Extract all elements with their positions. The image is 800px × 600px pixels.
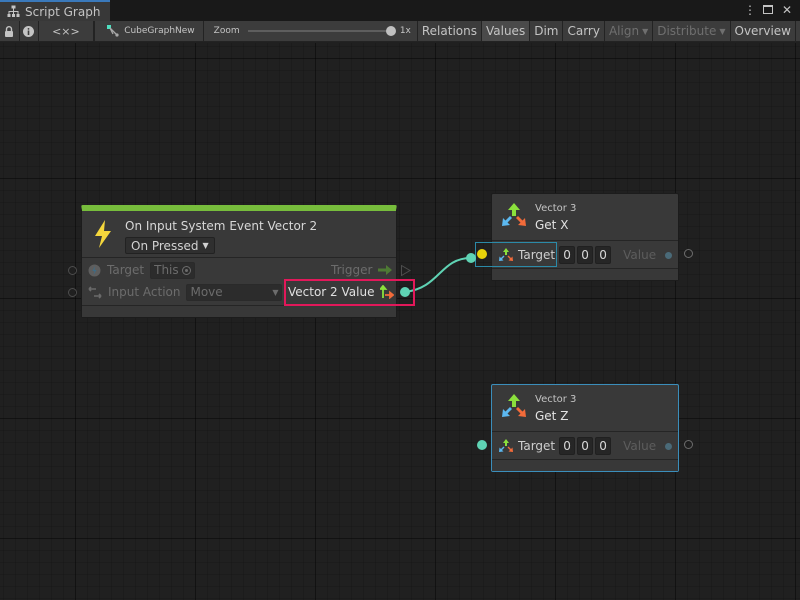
get-x-value-output-port[interactable]: [684, 249, 693, 258]
get-z-category: Vector 3: [535, 394, 577, 405]
get-z-node[interactable]: Vector 3 Get Z Target 0 0 0 Value: [491, 384, 679, 472]
object-picker-icon[interactable]: [181, 265, 191, 275]
get-x-target-x[interactable]: 0: [559, 246, 576, 264]
get-x-node-footer: [492, 268, 678, 280]
input-action-label: Input Action: [108, 285, 181, 299]
overview-button[interactable]: Overview: [731, 21, 796, 41]
get-z-title: Get Z: [535, 409, 569, 423]
graph-name: CubeGraphNew: [124, 26, 195, 36]
zoom-slider[interactable]: [247, 26, 396, 36]
trigger-output-port[interactable]: [401, 265, 411, 276]
event-node-title: On Input System Event Vector 2: [125, 219, 318, 233]
graph-canvas[interactable]: [0, 43, 800, 600]
highlight-box: [284, 279, 415, 306]
full-screen-button[interactable]: Full Scre: [796, 21, 800, 41]
get-x-wire-endpoint: [466, 253, 476, 263]
vector3-icon: [502, 203, 526, 226]
lightning-icon: [95, 220, 111, 248]
zoom-control: Zoom 1x: [204, 21, 418, 41]
get-x-target-y[interactable]: 0: [577, 246, 594, 264]
tab-title: Script Graph: [25, 4, 101, 19]
target-value: This: [154, 263, 179, 277]
graph-toolbar: <×> CubeGraphNew Zoom 1x Relations Value…: [0, 21, 800, 42]
lock-icon: [5, 25, 14, 37]
distribute-label: Distribute: [657, 24, 717, 38]
graph-breadcrumb[interactable]: CubeGraphNew: [94, 21, 204, 41]
info-button[interactable]: [20, 21, 39, 41]
relations-button[interactable]: Relations: [418, 21, 482, 41]
chevron-down-icon: ▼: [719, 26, 726, 36]
input-action-input-port[interactable]: [68, 288, 77, 297]
overview-label: Overview: [734, 24, 792, 38]
input-action-value: Move: [190, 285, 223, 299]
get-z-target-input-port[interactable]: [477, 440, 487, 450]
event-mode-value: On Pressed: [131, 238, 199, 253]
relations-label: Relations: [421, 24, 477, 38]
zoom-label: Zoom: [213, 26, 240, 36]
get-x-node[interactable]: Vector 3 Get X Target 0 0 0 Value: [491, 193, 679, 281]
values-label: Values: [485, 24, 526, 38]
vector3-icon: [499, 439, 513, 452]
lock-button[interactable]: [0, 21, 20, 41]
target-input-port[interactable]: [68, 266, 77, 275]
get-z-value-label: Value: [623, 439, 657, 453]
align-label: Align: [608, 24, 640, 38]
get-z-target-z[interactable]: 0: [595, 437, 612, 455]
get-z-target-label: Target: [518, 439, 556, 453]
close-button[interactable]: ✕: [782, 3, 792, 17]
event-node-header: On Input System Event Vector 2 On Presse…: [82, 211, 396, 258]
carry-button[interactable]: Carry: [563, 21, 605, 41]
get-z-node-footer: [492, 459, 678, 471]
target-label: Target: [107, 263, 145, 277]
chevron-down-icon: ▼: [642, 26, 649, 36]
input-action-icon: [88, 285, 102, 299]
get-z-target-y[interactable]: 0: [577, 437, 594, 455]
chevron-down-icon: ▼: [202, 241, 209, 250]
target-field[interactable]: This: [150, 261, 195, 279]
event-node-footer: [82, 305, 396, 317]
zoom-slider-thumb[interactable]: [385, 26, 396, 36]
align-dropdown[interactable]: Align ▼: [605, 21, 654, 41]
hierarchy-icon: [7, 5, 20, 17]
trigger-output-row: Trigger: [322, 260, 393, 280]
get-z-node-header: Vector 3 Get Z: [492, 385, 678, 432]
vector3-icon: [502, 394, 526, 417]
get-x-value-dot: [665, 251, 673, 259]
variables-button[interactable]: <×>: [39, 21, 95, 41]
tab-script-graph[interactable]: Script Graph: [0, 0, 110, 21]
get-z-target-x[interactable]: 0: [559, 437, 576, 455]
trigger-label: Trigger: [331, 263, 373, 277]
event-mode-dropdown[interactable]: On Pressed ▼: [125, 237, 215, 254]
get-z-target-row: Target 0 0 0 Value: [498, 436, 673, 456]
dim-button[interactable]: Dim: [530, 21, 564, 41]
get-x-value-label: Value: [623, 248, 657, 262]
gameobject-icon: [88, 264, 101, 276]
get-x-target-z[interactable]: 0: [595, 246, 612, 264]
get-z-value-dot: [665, 442, 673, 450]
target-port-selection: [475, 242, 557, 267]
more-options-icon[interactable]: ⋮: [744, 3, 756, 17]
get-z-value-output-port[interactable]: [684, 440, 693, 449]
get-x-node-header: Vector 3 Get X: [492, 194, 678, 241]
zoom-value: 1x: [399, 26, 411, 36]
window-tab-bar: Script Graph ⋮ ✕: [0, 0, 800, 21]
carry-label: Carry: [567, 24, 600, 38]
dim-label: Dim: [534, 24, 559, 38]
maximize-icon: [763, 5, 773, 14]
arrow-right-icon: [378, 265, 393, 275]
get-x-category: Vector 3: [535, 203, 577, 214]
get-x-title: Get X: [535, 218, 569, 232]
info-icon: [23, 25, 35, 37]
values-button[interactable]: Values: [481, 21, 531, 41]
input-action-row: Input Action Move ▼: [88, 282, 283, 302]
input-action-dropdown[interactable]: Move ▼: [186, 283, 283, 301]
graph-icon: [107, 25, 119, 37]
chevron-down-icon: ▼: [272, 287, 279, 297]
distribute-dropdown[interactable]: Distribute ▼: [653, 21, 731, 41]
get-x-target-input-port[interactable]: [477, 249, 487, 259]
maximize-button[interactable]: [763, 3, 773, 17]
window-controls: ⋮ ✕: [744, 3, 792, 17]
